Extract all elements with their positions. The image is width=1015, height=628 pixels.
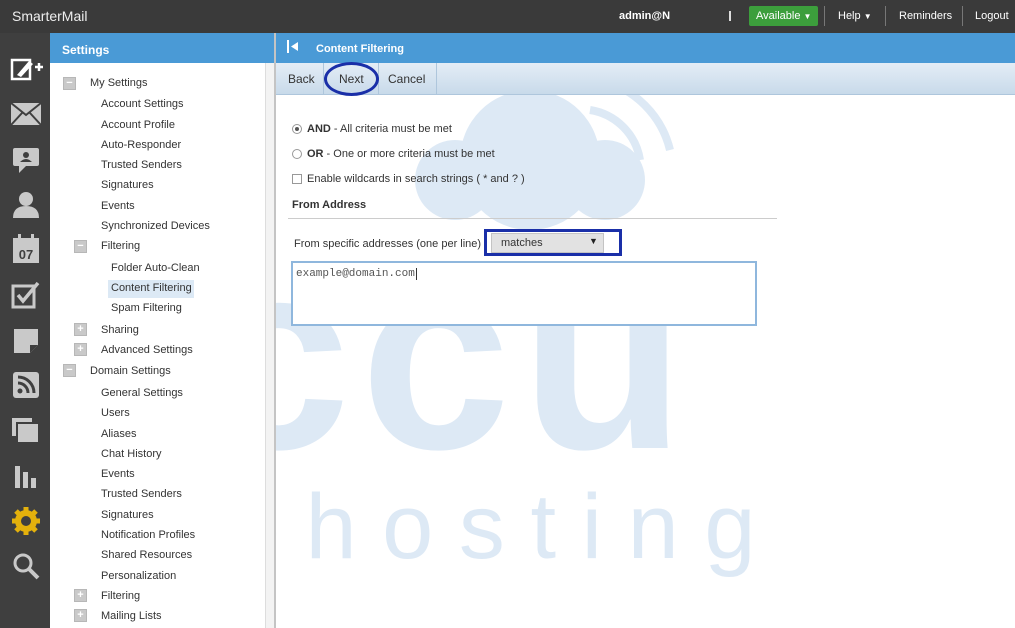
tree-trusted-senders[interactable]: Trusted Senders [101,159,182,171]
from-addresses-label: From specific addresses (one per line) [294,238,482,250]
caret-down-icon: ▼ [803,12,812,21]
tree-my-settings[interactable]: My Settings [90,77,147,89]
mail-icon[interactable] [9,98,43,130]
toolbar [276,63,1015,95]
and-radio[interactable] [292,124,302,134]
tree-mailing-lists[interactable]: Mailing Lists [101,610,162,622]
divider [729,11,731,21]
collapse-icon[interactable]: − [63,364,76,377]
brand-logo: SmarterMail [12,8,88,24]
collapse-icon[interactable]: − [63,77,76,90]
tree-synchronized-devices[interactable]: Synchronized Devices [101,220,210,232]
tree-domain-trusted-senders[interactable]: Trusted Senders [101,488,182,500]
divider [885,6,886,26]
nav-icon-bar: 07 [0,33,50,628]
and-label-text: - All criteria must be met [330,123,452,135]
tree-folder-auto-clean[interactable]: Folder Auto-Clean [111,262,200,274]
user-name[interactable]: admin@N [619,10,670,22]
sidebar-title: Settings [50,33,274,63]
notes-icon[interactable] [9,325,43,357]
page-title: Content Filtering [316,43,404,55]
or-radio[interactable] [292,149,302,159]
help-menu[interactable]: Help ▼ [838,10,872,22]
match-type-select[interactable]: matches [491,233,604,253]
tree-account-settings[interactable]: Account Settings [101,98,184,110]
panel-splitter[interactable] [274,33,276,628]
top-bar: SmarterMail admin@N Available ▼ Help ▼ R… [0,0,1015,33]
divider [962,6,963,26]
help-label: Help [838,10,861,22]
status-button[interactable]: Available ▼ [749,6,818,26]
back-button[interactable]: Back [288,72,315,86]
or-label-text: - One or more criteria must be met [323,148,495,160]
calendar-day: 07 [19,247,33,262]
calendar-icon[interactable]: 07 [9,233,43,265]
tree-spam-filtering[interactable]: Spam Filtering [111,302,182,314]
tree-auto-responder[interactable]: Auto-Responder [101,139,181,151]
sidebar-scrollbar[interactable] [265,63,274,628]
section-title: From Address [292,199,367,211]
collapse-icon[interactable]: − [74,240,87,253]
tree-general-settings[interactable]: General Settings [101,387,183,399]
tree-notification-profiles[interactable]: Notification Profiles [101,529,195,541]
cloud-watermark-icon [460,90,600,230]
section-divider [288,218,777,219]
tree-domain-events[interactable]: Events [101,468,135,480]
cancel-button[interactable]: Cancel [388,72,425,86]
tree-chat-history[interactable]: Chat History [101,448,162,460]
or-label: OR - One or more criteria must be met [307,148,495,160]
tree-shared-resources[interactable]: Shared Resources [101,549,192,561]
files-icon[interactable] [9,415,43,447]
reports-icon[interactable] [9,460,43,492]
logout-link[interactable]: Logout [975,10,1009,22]
toolbar-divider [436,63,437,95]
tree-advanced-settings[interactable]: Advanced Settings [101,344,193,356]
wildcards-label: Enable wildcards in search strings ( * a… [307,173,525,185]
addresses-text: example@domain.com [296,268,415,280]
and-label-bold: AND [307,123,331,135]
tree-content-filtering[interactable]: Content Filtering [108,280,194,298]
expand-icon[interactable]: + [74,589,87,602]
tree-domain-signatures[interactable]: Signatures [101,509,154,521]
addresses-textarea[interactable]: example@domain.com [291,261,757,326]
tree-users[interactable]: Users [101,407,130,419]
expand-icon[interactable]: + [74,343,87,356]
caret-down-icon: ▼ [863,12,872,21]
status-label: Available [756,10,801,22]
search-icon[interactable] [9,550,43,582]
tasks-icon[interactable] [9,279,43,311]
tree-signatures[interactable]: Signatures [101,179,154,191]
compose-icon[interactable] [9,53,43,85]
expand-icon[interactable]: + [74,609,87,622]
next-highlight-annotation [324,62,379,96]
rss-icon[interactable] [9,369,43,401]
tree-personalization[interactable]: Personalization [101,570,176,582]
tree-sharing[interactable]: Sharing [101,324,139,336]
reminders-link[interactable]: Reminders [899,10,952,22]
expand-icon[interactable]: + [74,323,87,336]
text-cursor [415,268,417,280]
divider [824,6,825,26]
tree-domain-filtering[interactable]: Filtering [101,590,140,602]
chevron-down-icon[interactable]: ▼ [589,236,598,246]
tree-filtering[interactable]: Filtering [101,240,140,252]
tree-account-profile[interactable]: Account Profile [101,119,175,131]
wildcards-checkbox[interactable] [292,174,302,184]
tree-domain-settings[interactable]: Domain Settings [90,365,171,377]
chat-icon[interactable] [9,144,43,176]
collapse-panel-icon[interactable] [287,40,300,53]
settings-icon[interactable] [9,505,43,537]
tree-aliases[interactable]: Aliases [101,428,136,440]
match-type-value: matches [501,237,543,249]
and-label: AND - All criteria must be met [307,123,452,135]
contacts-icon[interactable] [9,188,43,220]
tree-events[interactable]: Events [101,200,135,212]
or-label-bold: OR [307,148,324,160]
